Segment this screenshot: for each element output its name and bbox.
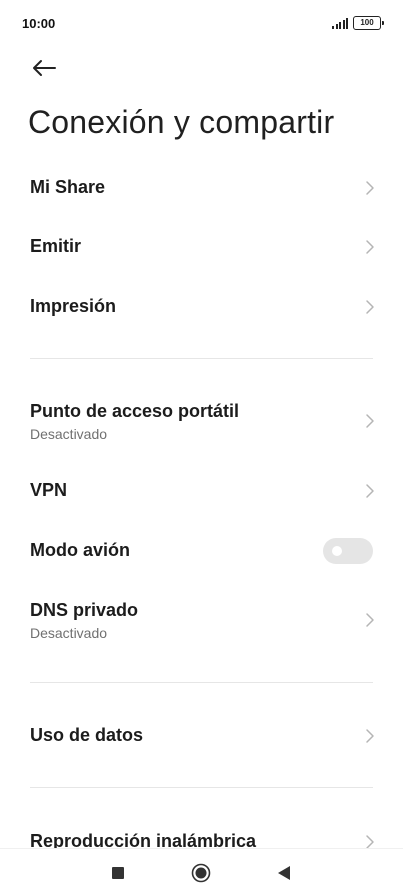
recents-button[interactable] bbox=[106, 861, 130, 885]
private-dns-label: DNS privado bbox=[30, 600, 139, 620]
back-button[interactable] bbox=[28, 54, 60, 82]
section-divider bbox=[30, 358, 373, 359]
home-button[interactable] bbox=[189, 861, 213, 885]
page-title: Conexión y compartir bbox=[28, 104, 335, 140]
hotspot-item[interactable]: Punto de acceso portátil Desactivado bbox=[0, 392, 403, 450]
mi-share-label: Mi Share bbox=[30, 177, 106, 197]
mi-share-item[interactable]: Mi Share bbox=[0, 166, 403, 210]
hotspot-status: Desactivado bbox=[30, 426, 108, 442]
data-usage-label: Uso de datos bbox=[30, 725, 144, 745]
impresion-label: Impresión bbox=[30, 296, 117, 316]
emitir-item[interactable]: Emitir bbox=[0, 225, 403, 269]
arrow-left-icon bbox=[33, 60, 56, 76]
nav-back-button[interactable] bbox=[272, 861, 296, 885]
circle-icon bbox=[191, 863, 211, 883]
status-bar: 10:00 100 bbox=[0, 0, 403, 48]
battery-icon: 100 bbox=[353, 16, 384, 30]
airplane-mode-item[interactable]: Modo avión bbox=[0, 529, 403, 573]
battery-level: 100 bbox=[360, 18, 374, 27]
status-icons: 100 bbox=[332, 16, 384, 30]
vpn-label: VPN bbox=[30, 480, 68, 500]
settings-screen: 10:00 100 Conexión y compartir Mi Share … bbox=[0, 0, 403, 896]
private-dns-item[interactable]: DNS privado Desactivado bbox=[0, 591, 403, 649]
data-usage-item[interactable]: Uso de datos bbox=[0, 714, 403, 758]
chevron-right-icon bbox=[366, 484, 374, 498]
chevron-right-icon bbox=[366, 240, 374, 254]
section-divider bbox=[30, 682, 373, 683]
private-dns-status: Desactivado bbox=[30, 625, 108, 641]
status-time: 10:00 bbox=[22, 16, 56, 31]
vpn-item[interactable]: VPN bbox=[0, 469, 403, 513]
airplane-mode-toggle[interactable] bbox=[323, 538, 373, 564]
chevron-right-icon bbox=[366, 300, 374, 314]
hotspot-label: Punto de acceso portátil bbox=[30, 401, 240, 421]
chevron-right-icon bbox=[366, 181, 374, 195]
section-divider bbox=[30, 787, 373, 788]
triangle-left-icon bbox=[278, 866, 290, 880]
chevron-right-icon bbox=[366, 729, 374, 743]
navigation-bar bbox=[0, 848, 403, 896]
airplane-mode-label: Modo avión bbox=[30, 540, 130, 560]
square-icon bbox=[112, 867, 124, 879]
chevron-right-icon bbox=[366, 414, 374, 428]
toggle-knob bbox=[332, 546, 342, 556]
emitir-label: Emitir bbox=[30, 236, 82, 256]
chevron-right-icon bbox=[366, 613, 374, 627]
impresion-item[interactable]: Impresión bbox=[0, 285, 403, 329]
signal-icon bbox=[332, 17, 348, 29]
